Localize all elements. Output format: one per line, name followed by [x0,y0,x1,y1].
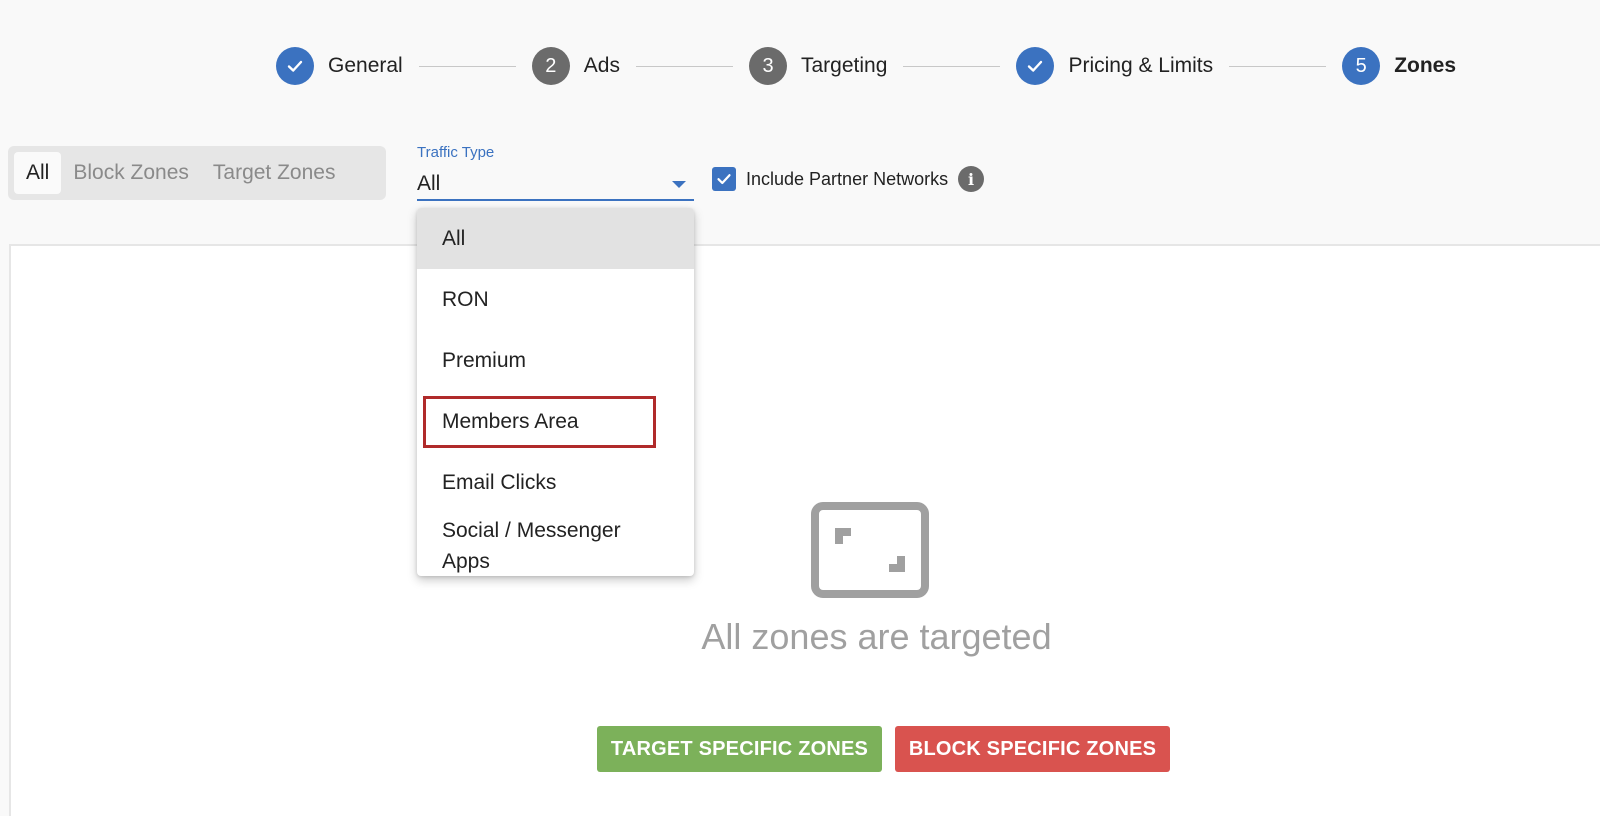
step-general-check-icon [276,47,314,85]
block-specific-zones-button[interactable]: BLOCK SPECIFIC ZONES [895,726,1170,772]
filter-target-zones[interactable]: Target Zones [201,152,348,194]
step-targeting[interactable]: 3 Targeting [749,47,887,85]
traffic-option-email-clicks[interactable]: Email Clicks [417,452,694,513]
step-general-label: General [328,54,403,77]
traffic-type-menu: All RON Premium Members Area Email Click… [417,208,694,576]
traffic-option-ron[interactable]: RON [417,269,694,330]
info-icon[interactable]: i [958,166,985,192]
step-zones-number: 5 [1342,47,1381,85]
step-zones-label: Zones [1394,54,1457,77]
partner-networks-option: Include Partner Networks i [712,166,985,192]
filter-all[interactable]: All [14,152,62,194]
target-specific-zones-button[interactable]: TARGET SPECIFIC ZONES [597,726,882,772]
step-targeting-label: Targeting [801,54,888,77]
step-pricing-limits[interactable]: Pricing & Limits [1016,47,1213,85]
progress-stepper: General 2 Ads 3 Targeting Pricing & Limi… [276,44,1456,88]
step-ads-label: Ads [583,54,620,77]
partner-networks-label: Include Partner Networks [746,168,949,189]
step-targeting-number: 3 [749,47,787,85]
traffic-option-all[interactable]: All [417,208,694,269]
step-connector [1229,65,1327,67]
step-connector [903,65,1001,67]
expand-icon [811,502,929,598]
traffic-option-members-area[interactable]: Members Area [417,391,694,452]
partner-networks-checkbox[interactable] [712,167,736,191]
traffic-option-social-messenger[interactable]: Social / Messenger Apps [417,513,694,576]
traffic-type-label: Traffic Type [417,144,495,161]
step-zones[interactable]: 5 Zones [1342,47,1456,85]
step-pricing-check-icon [1016,47,1055,85]
zone-filter-toggle: All Block Zones Target Zones [8,146,386,200]
step-ads[interactable]: 2 Ads [531,47,620,85]
traffic-type-dropdown[interactable]: All [417,169,694,201]
step-connector [418,65,516,67]
step-connector [635,65,733,67]
empty-state-message: All zones are targeted [701,616,1052,657]
step-pricing-label: Pricing & Limits [1068,54,1214,77]
traffic-type-select: Traffic Type All [417,144,694,206]
check-icon [717,174,731,185]
step-general[interactable]: General [276,47,403,85]
traffic-type-value: All [417,172,441,195]
step-ads-number: 2 [531,47,570,85]
traffic-option-premium[interactable]: Premium [417,330,694,391]
caret-down-icon [672,180,686,188]
filter-block-zones[interactable]: Block Zones [61,152,201,194]
